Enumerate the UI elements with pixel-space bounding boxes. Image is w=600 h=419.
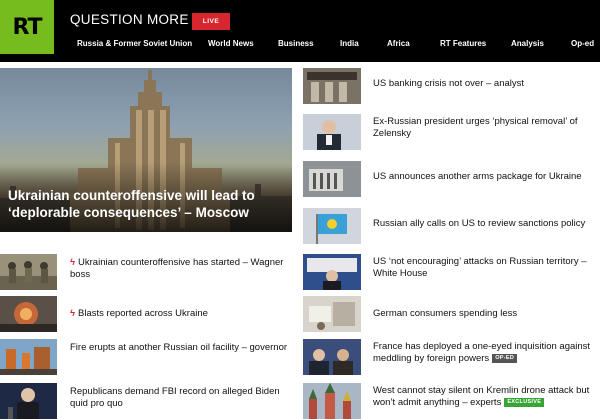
story-title[interactable]: German consumers spending less: [373, 308, 600, 320]
story-title[interactable]: ϟ Ukrainian counteroffensive has started …: [70, 257, 292, 281]
story-title[interactable]: West cannot stay silent on Kremlin drone…: [373, 385, 600, 409]
story-title-text: Ukrainian counteroffensive has started –…: [70, 257, 284, 280]
story-title[interactable]: US ‘not encouraging’ attacks on Russian …: [373, 256, 600, 280]
story-title[interactable]: ϟ Blasts reported across Ukraine: [70, 308, 292, 320]
breaking-bolt-icon: ϟ: [70, 257, 76, 268]
story-title[interactable]: US banking crisis not over – analyst: [373, 78, 600, 90]
story-title-text: Blasts reported across Ukraine: [78, 308, 208, 319]
live-button[interactable]: LIVE: [192, 13, 230, 30]
story-thumbnail[interactable]: [303, 254, 361, 290]
story-thumbnail[interactable]: [303, 114, 361, 150]
list-item[interactable]: US ‘not encouraging’ attacks on Russian …: [303, 254, 600, 290]
story-title[interactable]: Republicans demand FBI record on alleged…: [70, 386, 292, 410]
list-item[interactable]: US announces another arms package for Uk…: [303, 161, 600, 197]
story-title[interactable]: US announces another arms package for Uk…: [373, 171, 600, 183]
story-title[interactable]: Russian ally calls on US to review sanct…: [373, 218, 600, 230]
nav-item-india[interactable]: India: [340, 39, 359, 48]
op-ed-badge: OP-ED: [492, 353, 518, 363]
slogan: QUESTION MORE: [70, 12, 189, 27]
list-item[interactable]: US banking crisis not over – analyst: [303, 68, 600, 104]
story-thumbnail[interactable]: [303, 68, 361, 104]
story-thumbnail[interactable]: [303, 161, 361, 197]
nav-item-world-news[interactable]: World News: [208, 39, 254, 48]
site-header: RT QUESTION MORE LIVE Russia & Former So…: [0, 0, 600, 62]
nav-item-analysis[interactable]: Analysis: [511, 39, 544, 48]
nav-item-op-ed[interactable]: Op-ed: [571, 39, 594, 48]
list-item[interactable]: West cannot stay silent on Kremlin drone…: [303, 383, 600, 419]
story-thumbnail[interactable]: [0, 254, 57, 290]
list-item[interactable]: ϟ Ukrainian counteroffensive has started …: [0, 254, 292, 290]
list-item[interactable]: German consumers spending less: [303, 296, 600, 332]
list-item[interactable]: ϟ Blasts reported across Ukraine: [0, 296, 292, 332]
story-thumbnail[interactable]: [0, 339, 57, 375]
list-item[interactable]: Republicans demand FBI record on alleged…: [0, 383, 292, 419]
story-title[interactable]: Fire erupts at another Russian oil facil…: [70, 342, 292, 354]
story-thumbnail[interactable]: [303, 339, 361, 375]
nav-item-africa[interactable]: Africa: [387, 39, 410, 48]
main-nav: Russia & Former Soviet Union World News …: [0, 39, 600, 53]
breaking-bolt-icon: ϟ: [70, 308, 76, 319]
exclusive-badge: EXCLUSIVE: [504, 397, 545, 407]
story-thumbnail[interactable]: [303, 383, 361, 419]
list-item[interactable]: Ex-Russian president urges ‘physical rem…: [303, 114, 600, 150]
story-thumbnail[interactable]: [0, 383, 57, 419]
story-title[interactable]: France has deployed a one-eyed inquisiti…: [373, 341, 600, 365]
story-title-text: West cannot stay silent on Kremlin drone…: [373, 385, 590, 408]
story-title[interactable]: Ex-Russian president urges ‘physical rem…: [373, 116, 600, 140]
hero-title[interactable]: Ukrainian counteroffensive will lead to …: [8, 187, 288, 221]
list-item[interactable]: France has deployed a one-eyed inquisiti…: [303, 339, 600, 375]
logo-text: RT: [12, 14, 43, 40]
story-title-text: France has deployed a one-eyed inquisiti…: [373, 341, 591, 364]
list-item[interactable]: Fire erupts at another Russian oil facil…: [0, 339, 292, 375]
nav-item-rt-features[interactable]: RT Features: [440, 39, 486, 48]
story-thumbnail[interactable]: [303, 208, 361, 244]
hero-story[interactable]: Ukrainian counteroffensive will lead to …: [0, 68, 292, 232]
list-item[interactable]: Russian ally calls on US to review sanct…: [303, 208, 600, 244]
story-thumbnail[interactable]: [303, 296, 361, 332]
story-thumbnail[interactable]: [0, 296, 57, 332]
nav-item-russia[interactable]: Russia & Former Soviet Union: [77, 39, 192, 48]
nav-item-business[interactable]: Business: [278, 39, 314, 48]
